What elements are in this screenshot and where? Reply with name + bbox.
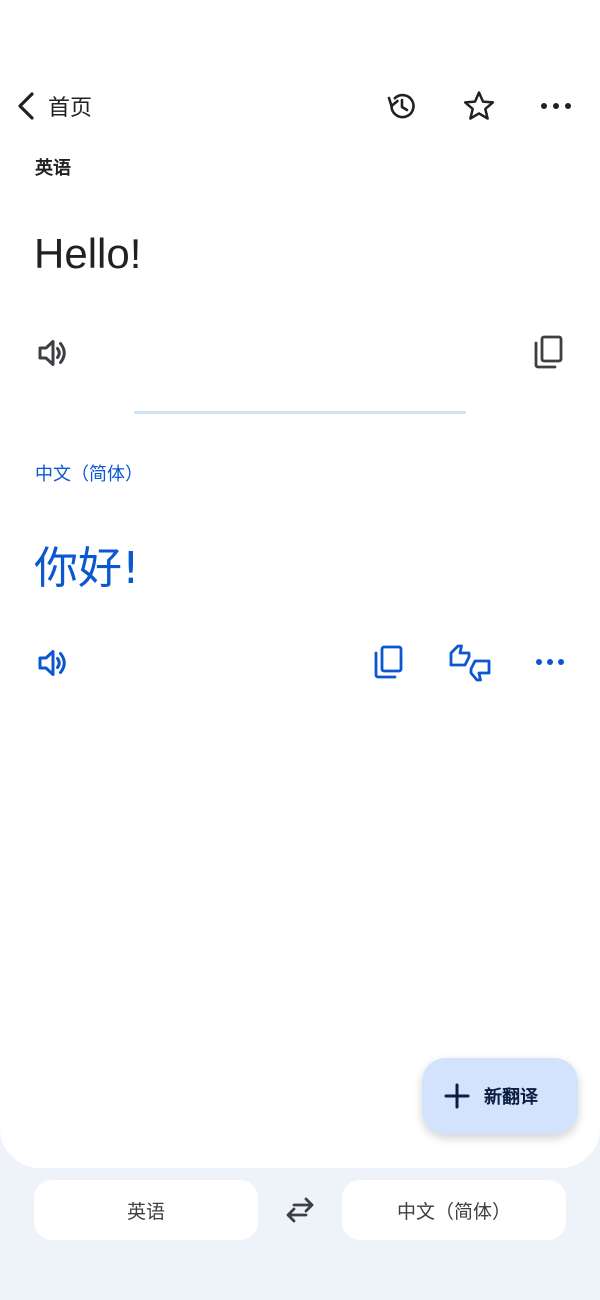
target-copy-button[interactable] xyxy=(366,640,410,684)
favorite-button[interactable] xyxy=(458,86,500,126)
target-language-selector[interactable]: 中文（简体） xyxy=(342,1180,566,1240)
back-label: 首页 xyxy=(48,96,93,121)
target-language-label: 中文（简体） xyxy=(35,464,143,485)
panel-divider xyxy=(134,411,466,414)
source-language-selector[interactable]: 英语 xyxy=(34,1180,258,1240)
swap-languages-button[interactable] xyxy=(280,1190,320,1230)
thumbs-up-down-icon xyxy=(449,644,491,682)
speaker-icon xyxy=(38,340,66,366)
speaker-icon xyxy=(38,650,66,676)
star-icon xyxy=(463,91,495,120)
more-icon xyxy=(541,103,571,109)
more-options-button[interactable] xyxy=(536,86,576,126)
source-text[interactable]: Hello! xyxy=(34,230,141,278)
plus-icon xyxy=(444,1083,470,1109)
back-button[interactable]: 首页 xyxy=(14,84,92,128)
history-icon xyxy=(387,93,415,119)
new-translation-label: 新翻译 xyxy=(484,1087,538,1108)
swap-icon xyxy=(286,1197,314,1223)
target-speak-button[interactable] xyxy=(30,640,76,686)
translation-sheet: 首页 英语 Hello! 中文（简体） 你好! 新翻译 xyxy=(0,0,600,1168)
source-language-label: 英语 xyxy=(35,158,71,179)
copy-icon xyxy=(534,335,563,369)
translation-more-button[interactable] xyxy=(530,642,570,682)
more-icon xyxy=(536,659,564,665)
history-button[interactable] xyxy=(382,86,422,126)
new-translation-button[interactable]: 新翻译 xyxy=(422,1058,578,1134)
source-speak-button[interactable] xyxy=(30,330,76,376)
translated-text[interactable]: 你好! xyxy=(34,532,140,596)
source-language-selector-label: 英语 xyxy=(126,1200,165,1223)
target-language-selector-label: 中文（简体） xyxy=(396,1200,511,1223)
rate-translation-button[interactable] xyxy=(446,640,494,686)
source-copy-button[interactable] xyxy=(526,330,570,374)
copy-icon xyxy=(374,645,403,679)
chevron-left-icon xyxy=(18,92,34,120)
